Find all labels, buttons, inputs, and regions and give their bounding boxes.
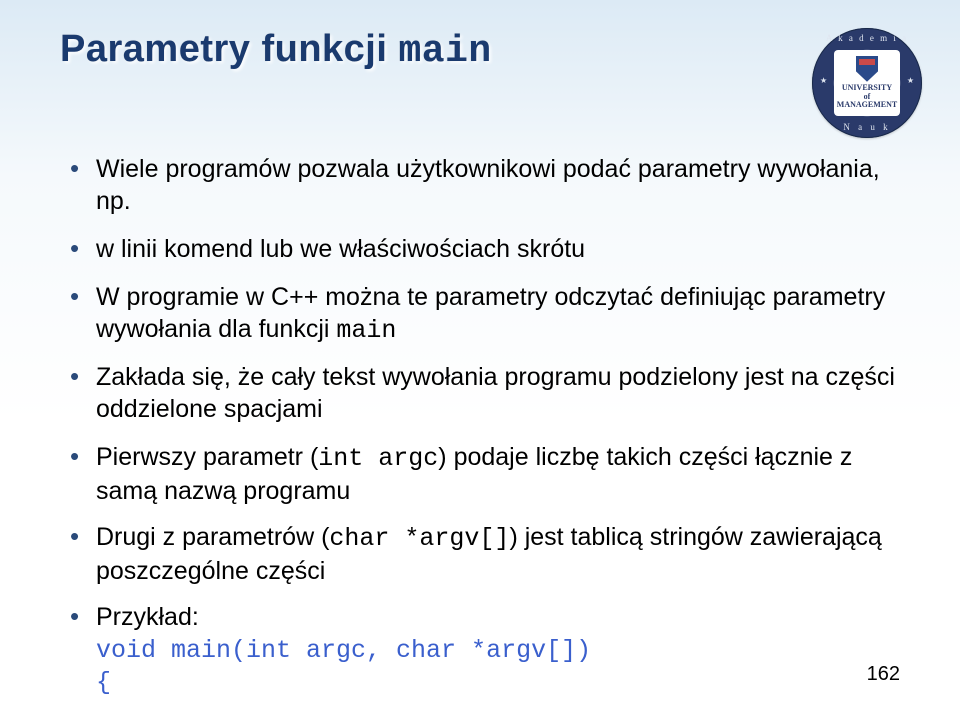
bullet-item: Drugi z parametrów (char *argv[]) jest t…: [70, 521, 900, 587]
code-line: void main(int argc, char *argv[]): [96, 636, 591, 665]
bullet-item: Wiele programów pozwala użytkownikowi po…: [70, 153, 900, 219]
bullet-item: Zakłada się, że cały tekst wywołania pro…: [70, 361, 900, 427]
page-number: 162: [867, 663, 900, 686]
bullet-text: Drugi z parametrów (: [96, 523, 329, 551]
title-code: main: [398, 30, 491, 73]
code-line: {: [96, 668, 111, 697]
logo-text-line3: MANAGEMENT: [837, 101, 897, 110]
star-icon: ★: [907, 76, 914, 85]
bullet-item: w linii komend lub we właściwościach skr…: [70, 233, 900, 267]
university-logo: A k a d e m i a N a u k ★ ★ UNIVERSITY o…: [812, 28, 922, 138]
bullet-text: Pierwszy parametr (: [96, 443, 318, 471]
bullet-list: Wiele programów pozwala użytkownikowi po…: [70, 153, 900, 702]
logo-inner: UNIVERSITY of MANAGEMENT: [834, 50, 900, 116]
bullet-text: W programie w C++ można te parametry odc…: [96, 283, 885, 343]
slide-title: Parametry funkcji main: [60, 28, 900, 73]
star-icon: ★: [820, 76, 827, 85]
bullet-text: Zakłada się, że cały tekst wywołania pro…: [96, 363, 895, 423]
bullet-item: Pierwszy parametr (int argc) podaje licz…: [70, 441, 900, 507]
bullet-code: char *argv[]: [329, 524, 509, 553]
bullet-text: w linii komend lub we właściwościach skr…: [96, 235, 585, 263]
logo-ring-bottom-text: N a u k: [812, 122, 922, 132]
bullet-item: Przykład: void main(int argc, char *argv…: [70, 601, 900, 702]
title-text: Parametry funkcji: [60, 28, 398, 70]
shield-icon: [856, 56, 878, 82]
logo-ring-top-text: A k a d e m i a: [812, 33, 922, 43]
slide-content: Wiele programów pozwala użytkownikowi po…: [70, 153, 900, 702]
bullet-code: int argc: [318, 444, 438, 473]
bullet-item: W programie w C++ można te parametry odc…: [70, 281, 900, 347]
bullet-text: Przykład:: [96, 603, 199, 631]
bullet-code: main: [336, 316, 396, 345]
code-example: void main(int argc, char *argv[]) { for …: [96, 635, 900, 702]
bullet-text: Wiele programów pozwala użytkownikowi po…: [96, 155, 880, 215]
